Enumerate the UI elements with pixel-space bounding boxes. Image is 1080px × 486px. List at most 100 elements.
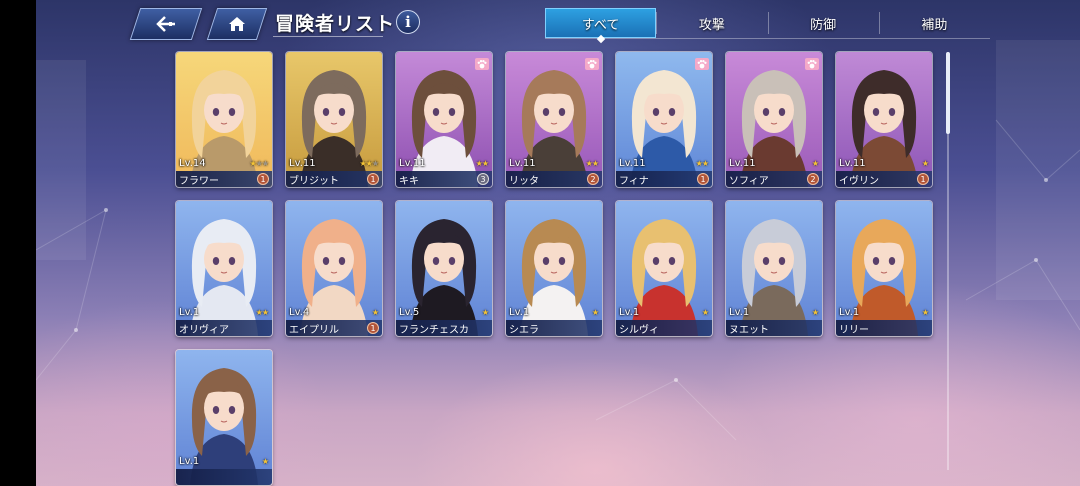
level-label: Lv.1 [619,307,640,318]
screen-edge [0,0,36,486]
star-icon: ★ [591,308,599,317]
adventurer-card[interactable]: Lv.1 ★ シルヴィ [616,201,712,336]
name-plate [176,469,272,485]
star-icon: ★ [481,308,489,317]
star-rating: ★ [371,308,379,317]
name-plate: ソフィア 2 [726,171,822,187]
star-rating: ★ [591,308,599,317]
adventurer-card[interactable]: Lv.1 ★★ オリヴィア [176,201,272,336]
name-plate: イヴリン 1 [836,171,932,187]
star-icon: ★ [481,159,489,168]
adventurer-card[interactable]: Lv.5 ★ フランチェスカ [396,201,492,336]
level-label: Lv.5 [399,307,420,318]
adventurer-card[interactable]: Lv.14 ★★★ フラワー 1 [176,52,272,187]
level-label: Lv.11 [509,158,536,169]
paw-icon [475,55,489,70]
star-rating: ★★★ [249,159,269,168]
name-plate: リリー [836,320,932,336]
character-name: リリー [839,325,869,336]
character-name: シルヴィ [619,325,659,336]
level-label: Lv.11 [289,158,316,169]
star-icon: ★ [811,308,819,317]
character-name: ブリジット [289,176,339,187]
adventurer-card[interactable]: Lv.11 ★★ フィナ 1 [616,52,712,187]
name-plate: フィナ 1 [616,171,712,187]
star-icon: ★ [371,308,379,317]
star-icon: ★ [591,159,599,168]
home-icon [213,9,261,39]
level-label: Lv.11 [399,158,426,169]
star-icon: ★ [371,159,379,168]
adventurer-card[interactable]: Lv.11 ★★★ ブリジット 1 [286,52,382,187]
level-label: Lv.1 [179,456,200,467]
star-rating: ★ [921,159,929,168]
character-name: イヴリン [839,176,879,187]
tab-all[interactable]: すべて [545,8,657,38]
star-rating: ★ [261,457,269,466]
star-icon: ★ [701,308,709,317]
page-title: 冒険者リスト [275,13,396,35]
adventurer-card[interactable]: Lv.1 ★ リリー [836,201,932,336]
character-name: ヌエット [729,325,769,336]
name-plate: フラワー 1 [176,171,272,187]
rank-badge: 1 [697,173,709,185]
tab-support[interactable]: 補助 [878,8,990,38]
star-icon: ★ [701,159,709,168]
name-plate: ヌエット [726,320,822,336]
level-label: Lv.11 [729,158,756,169]
star-rating: ★★★ [359,159,379,168]
rank-badge: 2 [807,173,819,185]
title-underline [273,36,383,37]
character-name: オリヴィア [179,325,229,336]
paw-icon [695,55,709,70]
star-rating: ★ [701,308,709,317]
star-icon: ★ [921,159,929,168]
tab-attack[interactable]: 攻撃 [656,8,767,38]
home-button[interactable] [206,8,268,40]
rank-badge: 3 [477,173,489,185]
adventurer-card[interactable]: Lv.1 ★ ヌエット [726,201,822,336]
rank-badge: 1 [367,322,379,334]
name-plate: キキ 3 [396,171,492,187]
adventurer-card[interactable]: Lv.11 ★★ リッタ 2 [506,52,602,187]
character-name: ソフィア [729,176,769,187]
star-icon: ★ [921,308,929,317]
level-label: Lv.14 [179,158,206,169]
name-plate: フランチェスカ [396,320,492,336]
info-button[interactable]: i [396,10,420,34]
star-rating: ★★ [696,159,709,168]
character-name: フランチェスカ [399,325,469,336]
star-icon: ★ [261,457,269,466]
rank-badge: 1 [917,173,929,185]
level-label: Lv.1 [729,307,750,318]
star-icon: ★ [261,308,269,317]
adventurer-card[interactable]: Lv.11 ★★ キキ 3 [396,52,492,187]
back-button[interactable] [129,8,203,40]
level-label: Lv.1 [839,307,860,318]
paw-icon [585,55,599,70]
name-plate: リッタ 2 [506,171,602,187]
character-name: リッタ [509,176,539,187]
paw-icon [805,55,819,70]
adventurer-card[interactable]: Lv.11 ★ ソフィア 2 [726,52,822,187]
star-rating: ★ [481,308,489,317]
star-rating: ★★ [256,308,269,317]
name-plate: シルヴィ [616,320,712,336]
name-plate: エイプリル 1 [286,320,382,336]
star-rating: ★ [811,308,819,317]
character-name: フィナ [619,176,649,187]
tab-underline [545,38,990,39]
level-label: Lv.4 [289,307,310,318]
scrollbar-thumb[interactable] [946,52,950,134]
adventurer-card[interactable]: Lv.1 ★ シエラ [506,201,602,336]
tab-defense[interactable]: 防御 [767,8,879,38]
adventurer-card[interactable]: Lv.1 ★ [176,350,272,485]
rank-badge: 2 [587,173,599,185]
name-plate: オリヴィア [176,320,272,336]
name-plate: ブリジット 1 [286,171,382,187]
filter-tabs: すべて 攻撃 防御 補助 [545,8,990,38]
back-arrow-icon [136,9,196,39]
level-label: Lv.1 [509,307,530,318]
adventurer-card[interactable]: Lv.11 ★ イヴリン 1 [836,52,932,187]
adventurer-card[interactable]: Lv.4 ★ エイプリル 1 [286,201,382,336]
